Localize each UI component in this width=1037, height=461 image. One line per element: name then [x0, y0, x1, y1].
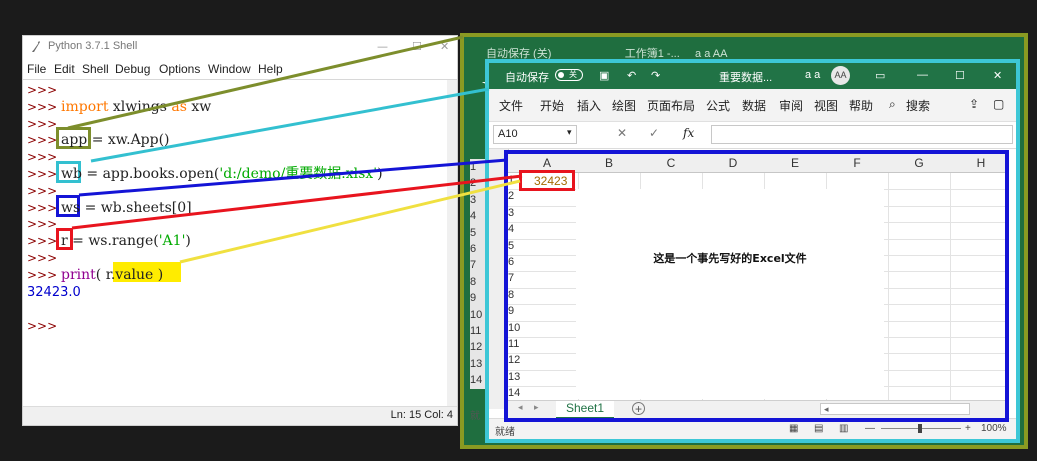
- connector-blue: [78, 158, 508, 197]
- connector-yellow: [179, 179, 521, 264]
- connector-red: [71, 174, 523, 230]
- connector-cyan: [90, 87, 490, 163]
- connector-olive: [67, 35, 464, 130]
- connector-lines: [67, 35, 523, 264]
